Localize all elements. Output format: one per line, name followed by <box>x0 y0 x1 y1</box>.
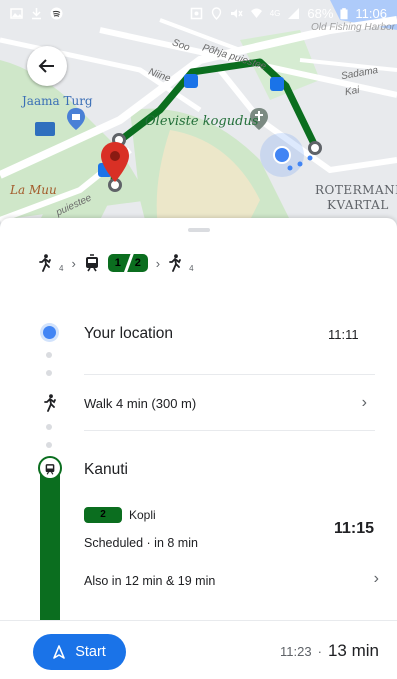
bottom-bar: Start 11:23 · 13 min <box>0 620 397 679</box>
trip-duration: 13 min <box>327 641 379 660</box>
train-station-icon[interactable] <box>35 122 55 136</box>
walk-minutes-before: 4 <box>59 263 64 273</box>
separator: · <box>317 644 322 659</box>
start-navigation-button[interactable]: Start <box>33 634 126 670</box>
route-dot <box>46 424 52 430</box>
battery-icon <box>340 7 348 19</box>
download-icon <box>32 7 41 19</box>
chevron-right-icon: › <box>373 570 379 587</box>
chevron-right-icon: › <box>361 394 367 411</box>
origin-dot <box>43 326 56 339</box>
back-button[interactable] <box>27 46 67 86</box>
stop-title[interactable]: Kanuti <box>84 461 128 479</box>
place-label-rotermann: ROTERMANN <box>315 183 397 197</box>
transit-line-badges: 1 2 <box>107 254 148 272</box>
scheduled-text: Scheduled · in 8 min <box>84 536 198 550</box>
directions-sheet: 4 › 1 2 › 4 Your location 11:11 Walk 4 m… <box>0 218 397 620</box>
divider <box>84 430 375 431</box>
place-label-kvartal: KVARTAL <box>327 198 389 212</box>
route-destination: Kopli <box>129 508 156 522</box>
route-dot <box>46 442 52 448</box>
origin-title[interactable]: Your location <box>84 325 173 343</box>
signal-icon <box>288 7 300 19</box>
battery-percent: 68% <box>307 5 334 21</box>
trip-summary: 11:23 · 13 min <box>280 641 379 661</box>
gallery-icon <box>10 7 23 19</box>
walk-step[interactable]: Walk 4 min (300 m) › <box>34 384 379 422</box>
transit-stop-icon <box>38 456 62 480</box>
arrival-time: 11:23 <box>280 644 312 659</box>
shopping-icon <box>67 108 85 130</box>
route-number-badge: 2 <box>84 507 122 523</box>
chevron-right-icon: › <box>71 255 76 271</box>
walk-step-text: Walk 4 min (300 m) <box>84 395 197 411</box>
mute-icon <box>230 8 243 18</box>
status-bar: 4G 68% 11:06 <box>0 0 397 26</box>
place-label-oleviste[interactable]: Oleviste kogudus <box>145 114 259 129</box>
screenshot-icon <box>190 7 202 19</box>
map-view[interactable]: Soo Põhja puiestee Niine Sadama Kai puie… <box>0 0 397 240</box>
arrow-back-icon <box>38 59 54 73</box>
walk-icon <box>169 254 182 272</box>
clock: 11:06 <box>355 5 387 21</box>
start-label: Start <box>75 644 106 660</box>
transit-route-line <box>40 464 60 620</box>
bus-stop-icon[interactable] <box>184 74 198 88</box>
chevron-right-icon: › <box>155 255 161 271</box>
route-dot <box>46 370 52 376</box>
bus-stop-icon[interactable] <box>270 77 284 91</box>
route-dot <box>46 352 52 358</box>
place-label-jaama-turg[interactable]: Jaama Turg <box>22 94 93 108</box>
tram-icon <box>85 254 98 272</box>
other-departures-text: Also in 12 min & 19 min <box>84 574 216 588</box>
network-type: 4G <box>269 8 281 18</box>
navigation-arrow-icon <box>53 645 65 659</box>
departure-time: 11:15 <box>334 520 375 537</box>
walk-minutes-after: 4 <box>189 263 194 273</box>
wifi-icon <box>250 8 262 18</box>
destination-pin-icon[interactable] <box>101 142 129 185</box>
divider <box>84 374 375 375</box>
location-icon <box>211 6 221 20</box>
spotify-icon <box>50 7 63 19</box>
place-label-la-muu[interactable]: La Muu <box>10 183 57 197</box>
origin-time: 11:11 <box>328 327 359 342</box>
walk-icon <box>39 254 51 272</box>
transit-stop-marker[interactable] <box>308 141 322 155</box>
other-departures[interactable]: Also in 12 min & 19 min › <box>84 566 379 596</box>
walk-icon <box>44 394 56 412</box>
drag-handle[interactable] <box>188 228 210 232</box>
route-summary: 4 › 1 2 › 4 <box>38 248 194 278</box>
